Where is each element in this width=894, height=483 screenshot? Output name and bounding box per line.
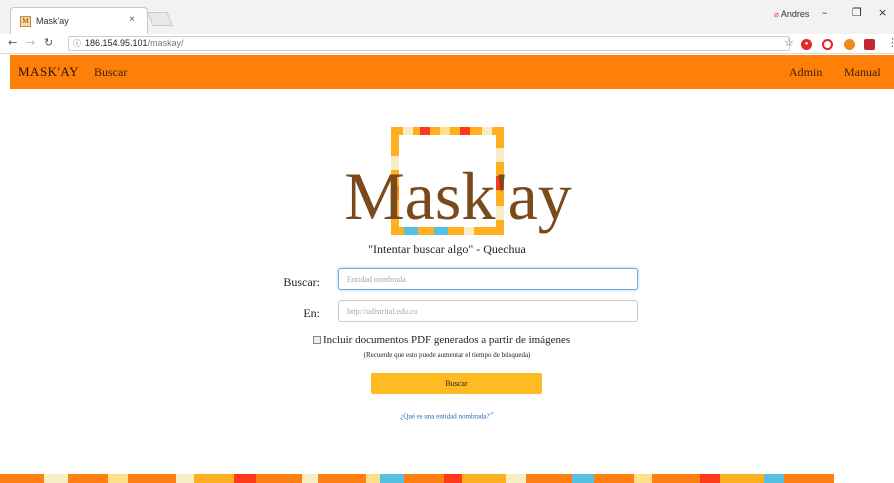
user-name: Andres [780, 9, 810, 19]
logo-wordmark: Mask'ay [344, 158, 572, 234]
nav-buscar-link[interactable]: Buscar [94, 65, 127, 80]
external-link-icon: ↗ [489, 412, 494, 417]
window-close-icon[interactable]: × [878, 6, 887, 19]
nav-admin-link[interactable]: Admin [789, 65, 822, 80]
named-entity-help-link[interactable]: ¿Qué es una entidad nombrada?↗ [0, 411, 894, 420]
info-icon[interactable]: ⓘ [73, 39, 81, 48]
new-tab-button[interactable] [147, 12, 173, 26]
fire-extension-icon[interactable] [844, 39, 855, 50]
back-arrow-icon[interactable]: ← [8, 36, 17, 49]
browser-user[interactable]: ⌀ Andres [774, 9, 809, 19]
browser-tab[interactable]: M Mask'ay × [10, 7, 148, 34]
time-warning-note: (Recuerde que esto puede aumentar el tie… [363, 351, 531, 359]
site-navbar: MASK'AY Buscar Admin Manual [10, 55, 894, 89]
help-link-text: ¿Qué es una entidad nombrada? [400, 412, 490, 421]
tab-close-icon[interactable]: × [129, 14, 135, 25]
user-profile-icon: ⌀ [774, 10, 779, 19]
nav-manual-link[interactable]: Manual [844, 65, 881, 80]
url-input[interactable]: ⓘ 186.154.95.101/maskay/ [68, 36, 790, 51]
address-bar-row: ← → ↻ ⓘ 186.154.95.101/maskay/ [0, 34, 894, 54]
browser-tab-bar: M Mask'ay × ⌀ Andres – ❐ × [0, 0, 894, 34]
forward-arrow-icon[interactable]: → [26, 36, 35, 49]
buscar-label: Buscar: [283, 275, 320, 289]
brand-link[interactable]: MASK'AY [18, 64, 79, 80]
adblock-extension-icon[interactable]: ● [801, 39, 812, 50]
url-path: /maskay/ [147, 38, 184, 48]
tab-title: Mask'ay [36, 16, 69, 26]
search-button[interactable]: Buscar [371, 373, 542, 394]
entity-search-input[interactable] [338, 268, 638, 290]
minimize-icon[interactable]: – [822, 6, 828, 19]
motto-text: "Intentar buscar algo" - Quechua [368, 242, 526, 256]
bookmark-star-icon[interactable]: ☆ [784, 36, 794, 49]
maskay-logo: Mask'ay [344, 127, 572, 235]
include-pdf-label: Incluir documentos PDF generados a parti… [323, 334, 571, 346]
include-pdf-checkbox[interactable] [313, 336, 321, 344]
pdf-option-row[interactable]: Incluir documentos PDF generados a parti… [313, 334, 570, 346]
footer-decorative-stripe [0, 474, 894, 483]
url-host: 186.154.95.101 [85, 38, 148, 48]
browser-menu-icon[interactable]: ⋮ [887, 36, 894, 49]
pdf-extension-icon[interactable] [864, 39, 875, 50]
maskay-favicon-icon: M [20, 16, 31, 27]
en-label: En: [303, 306, 320, 320]
site-url-input[interactable] [338, 300, 638, 322]
opera-extension-icon[interactable] [822, 39, 833, 50]
reload-icon[interactable]: ↻ [44, 36, 53, 49]
restore-icon[interactable]: ❐ [852, 6, 862, 19]
